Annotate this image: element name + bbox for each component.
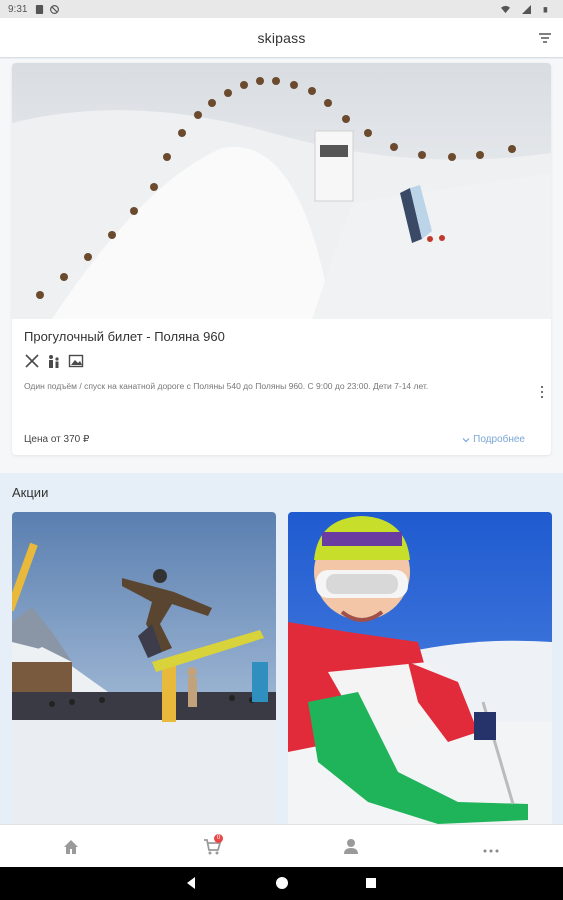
filter-icon[interactable] — [537, 30, 553, 46]
promo-card-snowboarder[interactable] — [12, 512, 276, 824]
back-button[interactable] — [184, 876, 198, 890]
status-bar: 9:31 — [0, 0, 563, 18]
ticket-price: Цена от 370 ₽ — [24, 434, 90, 445]
home-button[interactable] — [275, 876, 289, 890]
photo-icon — [68, 354, 84, 368]
promotions-title: Акции — [12, 485, 49, 500]
chevron-down-icon — [462, 437, 470, 442]
details-label: Подробнее — [473, 434, 525, 445]
details-link[interactable]: Подробнее — [462, 434, 525, 445]
ticket-title: Прогулочный билет - Поляна 960 — [24, 329, 225, 344]
cart-badge: 0 — [214, 834, 223, 843]
cart-button[interactable]: 0 — [202, 834, 223, 857]
signal-icon — [522, 4, 531, 14]
ticket-hero-image — [12, 63, 551, 319]
home-icon[interactable] — [61, 837, 81, 857]
ticket-card[interactable]: Прогулочный билет - Поляна 960 Один подъ… — [12, 63, 551, 455]
ski-lift-icon — [25, 354, 39, 368]
more-options-icon[interactable] — [537, 385, 547, 399]
app-bar: skipass — [0, 18, 563, 58]
promotions-section: Акции — [0, 473, 563, 824]
wifi-icon — [501, 5, 510, 13]
ticket-feature-icons — [24, 353, 84, 369]
family-icon — [49, 355, 59, 368]
content-scroll-area[interactable]: Прогулочный билет - Поляна 960 Один подъ… — [0, 59, 563, 824]
no-disturb-icon — [50, 4, 60, 14]
sim-icon — [36, 4, 44, 14]
more-icon[interactable] — [481, 837, 501, 857]
ticket-description: Один подъём / спуск на канатной дороге с… — [24, 381, 429, 391]
status-time: 9:31 — [8, 3, 28, 15]
battery-icon — [543, 6, 548, 12]
promo-card-child-skier[interactable] — [288, 512, 552, 824]
profile-icon[interactable] — [341, 837, 361, 857]
system-navigation-bar — [0, 867, 563, 900]
app-title: skipass — [257, 29, 306, 46]
bottom-navigation: 0 — [0, 824, 563, 867]
recents-button[interactable] — [364, 876, 378, 890]
